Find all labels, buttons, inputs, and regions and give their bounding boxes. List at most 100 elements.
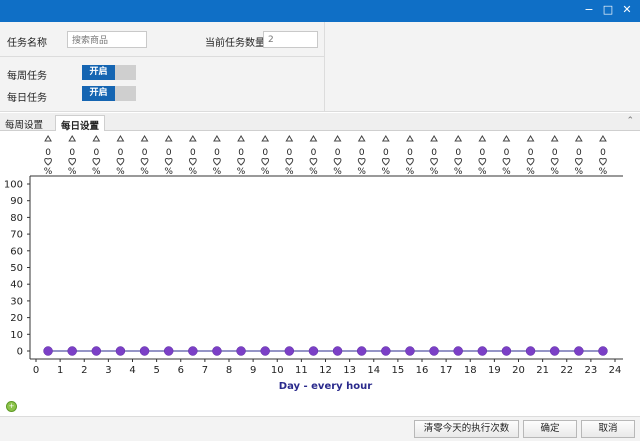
daily-task-label: 每日任务 — [7, 93, 47, 104]
data-point — [284, 346, 295, 356]
heart-handle-icon — [188, 158, 197, 166]
x-tick-label: 18 — [464, 365, 477, 376]
y-tick-label: 70 — [10, 230, 23, 241]
heart-handle-icon — [381, 158, 390, 166]
top-unit-label: % — [478, 167, 487, 177]
x-tick-label: 9 — [250, 365, 256, 376]
data-point — [188, 346, 198, 356]
heart-handle-icon — [357, 158, 366, 166]
x-tick-label: 16 — [416, 365, 429, 376]
top-value-label: 0 — [166, 148, 172, 158]
top-unit-label: % — [454, 167, 463, 177]
data-point — [308, 346, 319, 356]
add-icon[interactable]: + — [6, 401, 17, 412]
x-tick-label: 11 — [295, 365, 308, 376]
x-tick-label: 21 — [536, 365, 549, 376]
top-unit-label: % — [285, 167, 294, 177]
increase-handle-icon — [44, 135, 52, 142]
increase-handle-icon — [526, 135, 535, 142]
increase-handle-icon — [430, 135, 438, 142]
x-tick-label: 13 — [343, 365, 356, 376]
weekly-task-toggle[interactable]: 开启 — [82, 65, 136, 80]
minimize-icon[interactable]: − — [582, 3, 596, 17]
top-value-label: 0 — [455, 148, 461, 158]
increase-handle-icon — [237, 135, 245, 142]
x-tick-label: 14 — [367, 365, 380, 376]
heart-handle-icon — [430, 158, 438, 166]
tab-weekly-settings[interactable]: 每周设置 — [0, 115, 48, 131]
x-tick-label: 5 — [153, 365, 159, 376]
data-point — [43, 346, 53, 356]
x-tick-label: 22 — [560, 365, 573, 376]
hourly-chart: 0 10 20 30 40 50 60 70 80 90 100 0 1 2 3 4 5 6 7 8 9 10 11 12 13… — [0, 131, 640, 393]
collapse-icon[interactable]: ⌃ — [626, 116, 634, 126]
top-unit-label: % — [164, 167, 173, 177]
top-unit-label: % — [406, 167, 415, 177]
ok-button[interactable]: 确定 — [523, 420, 577, 438]
increase-handle-icon — [333, 135, 342, 142]
data-point — [574, 346, 584, 356]
task-count-input[interactable] — [263, 31, 318, 48]
top-unit-label: % — [430, 167, 439, 177]
top-unit-label: % — [333, 167, 342, 177]
form-divider-vertical — [324, 22, 325, 112]
top-value-label: 0 — [262, 148, 268, 158]
data-point — [405, 346, 415, 356]
data-point — [356, 346, 367, 356]
y-tick-label: 0 — [17, 347, 23, 358]
x-tick-label: 19 — [488, 365, 501, 376]
heart-handle-icon — [92, 158, 101, 166]
top-unit-label: % — [68, 167, 77, 177]
top-value-label: 0 — [504, 148, 510, 158]
top-value-label: 0 — [93, 148, 99, 158]
x-tick-label: 2 — [81, 365, 87, 376]
top-value-label: 0 — [238, 148, 244, 158]
daily-toggle-on-label: 开启 — [82, 86, 115, 101]
top-unit-label: % — [116, 167, 125, 177]
top-value-label: 0 — [359, 148, 365, 158]
task-name-label: 任务名称 — [7, 38, 47, 49]
heart-handle-icon — [454, 158, 463, 166]
data-point — [549, 346, 560, 356]
increase-handle-icon — [140, 135, 149, 142]
data-point — [236, 346, 246, 356]
maximize-icon[interactable]: □ — [601, 3, 615, 17]
data-point — [115, 346, 126, 356]
data-point — [598, 346, 608, 356]
top-value-label: 0 — [45, 148, 51, 158]
y-tick-label: 90 — [10, 196, 23, 207]
heart-handle-icon — [237, 158, 245, 166]
heart-handle-icon — [285, 158, 294, 166]
top-value-label: 0 — [383, 148, 389, 158]
heart-handle-icon — [213, 158, 221, 166]
tab-daily-settings[interactable]: 每日设置 — [55, 115, 106, 132]
daily-task-toggle[interactable]: 开启 — [82, 86, 136, 101]
heart-handle-icon — [44, 158, 52, 166]
top-value-label: 0 — [190, 148, 196, 158]
task-name-input[interactable] — [67, 31, 147, 48]
data-point — [212, 346, 222, 356]
heart-handle-icon — [164, 158, 173, 166]
close-icon[interactable]: ✕ — [620, 3, 634, 17]
top-value-label: 0 — [335, 148, 341, 158]
title-bar: − □ ✕ — [0, 0, 640, 22]
top-unit-label: % — [382, 167, 391, 177]
heart-handle-icon — [574, 158, 583, 166]
data-point — [163, 346, 174, 356]
heart-handle-icon — [502, 158, 511, 166]
chart-svg: 01020304050607080901000 1 2 3 4 5 6 7 8 9 10 11 12 13… — [4, 135, 623, 392]
settings-tabs: 每周设置 每日设置 ⌃ — [0, 113, 640, 132]
x-tick-label: 12 — [319, 365, 332, 376]
cancel-button[interactable]: 取消 — [581, 420, 635, 438]
top-unit-label: % — [237, 167, 246, 177]
increase-handle-icon — [188, 135, 197, 142]
data-point — [477, 346, 488, 356]
top-value-label: 0 — [576, 148, 582, 158]
heart-handle-icon — [309, 158, 318, 166]
top-unit-label: % — [189, 167, 198, 177]
top-value-label: 0 — [286, 148, 292, 158]
data-point — [260, 346, 270, 356]
top-unit-label: % — [213, 167, 222, 177]
increase-handle-icon — [574, 135, 583, 142]
clear-today-count-button[interactable]: 清零今天的执行次数 — [414, 420, 519, 438]
